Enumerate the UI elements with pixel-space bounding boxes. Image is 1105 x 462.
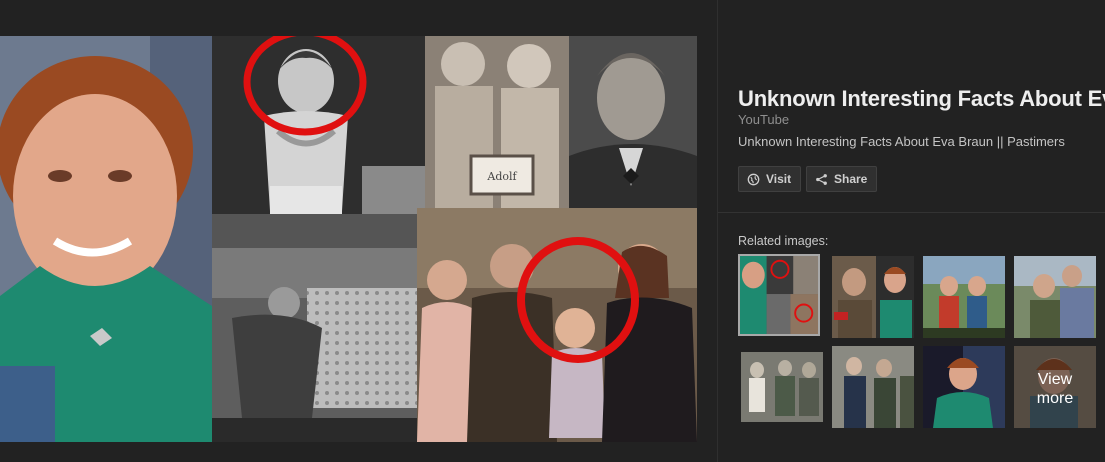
detail-panel: Unknown Interesting Facts About Eva YouT… <box>738 0 1105 462</box>
sign-text: Adolf <box>486 170 517 183</box>
result-description: Unknown Interesting Facts About Eva Brau… <box>738 134 1065 149</box>
image-preview[interactable]: Adolf <box>0 36 697 442</box>
view-more-thumb[interactable]: View more <box>1014 346 1096 428</box>
related-thumb[interactable] <box>832 256 914 338</box>
result-source[interactable]: YouTube <box>738 112 789 127</box>
panel-divider <box>717 0 718 462</box>
view-more-line-1: View <box>1037 371 1073 388</box>
collage-children-with-sign: Adolf <box>425 36 569 208</box>
section-divider <box>718 212 1105 213</box>
result-title[interactable]: Unknown Interesting Facts About Eva <box>738 86 1105 112</box>
related-thumb[interactable] <box>923 256 1005 338</box>
view-more-line-2: more <box>1036 390 1074 407</box>
related-thumb[interactable] <box>923 346 1005 428</box>
visit-label: Visit <box>766 172 792 186</box>
collage-officer-portrait <box>569 36 697 208</box>
visit-button[interactable]: Visit <box>738 166 802 192</box>
related-thumb[interactable] <box>738 254 820 336</box>
share-button[interactable]: Share <box>806 166 878 192</box>
related-thumb[interactable] <box>1014 256 1096 338</box>
related-thumb[interactable] <box>741 346 823 428</box>
view-more-label: View more <box>1014 346 1096 428</box>
collage-colorized-portrait <box>0 36 212 442</box>
collage-bw-bedroom-scene <box>212 248 417 442</box>
share-icon <box>815 173 828 186</box>
related-thumb[interactable] <box>832 346 914 428</box>
related-images-label: Related images: <box>738 234 829 248</box>
share-label: Share <box>834 172 868 186</box>
collage-bw-photo-seated <box>212 36 425 248</box>
collage-family-photo <box>417 208 697 442</box>
globe-icon <box>747 173 760 186</box>
